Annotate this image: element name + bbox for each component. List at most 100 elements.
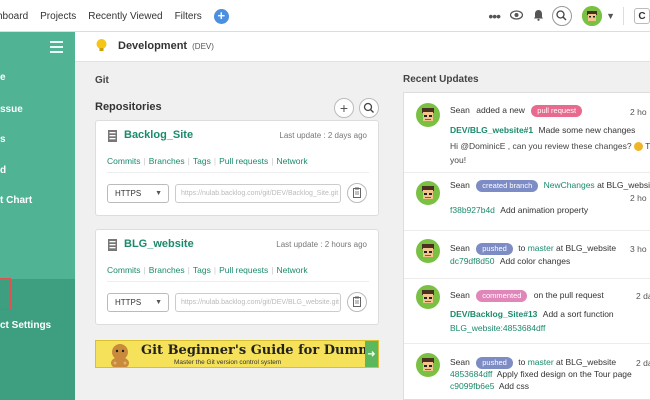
to-label: to xyxy=(518,243,526,253)
pull-requests-link[interactable]: Pull requests xyxy=(219,265,268,275)
add-repository-button[interactable]: + xyxy=(334,98,354,118)
search-icon[interactable] xyxy=(552,6,573,26)
clipboard-icon xyxy=(353,296,361,307)
activity-header: Sean pushed to master at BLG_website xyxy=(450,357,616,369)
sidebar-lower xyxy=(0,279,75,400)
activity-badge: commented xyxy=(476,290,528,302)
clone-url-field[interactable]: https://nulab.backlog.com/git/DEV/Backlo… xyxy=(175,184,341,203)
arrow-right-icon[interactable]: ➜ xyxy=(365,341,378,367)
sidebar-item-issues[interactable]: s xyxy=(0,134,6,145)
divider xyxy=(404,278,650,279)
avatar[interactable] xyxy=(582,6,603,26)
bell-icon[interactable] xyxy=(533,9,544,24)
repo-ref: at BLG_websit xyxy=(597,180,650,190)
activity-commit: f38b927b4d Add animation property xyxy=(450,205,588,215)
nav-recently-viewed[interactable]: Recently Viewed xyxy=(88,11,162,22)
protocol-select[interactable]: HTTPS ▼ xyxy=(107,184,169,203)
pull-requests-link[interactable]: Pull requests xyxy=(219,156,268,166)
git-section-title: Git xyxy=(95,75,109,86)
activity-time: 3 ho xyxy=(630,244,647,254)
pull-request-link[interactable]: DEV/Backlog_Site#13 xyxy=(450,309,537,319)
sidebar-item-gantt-chart[interactable]: t Chart xyxy=(0,195,32,206)
comment-text: Hi @DominicE , can you review these chan… xyxy=(450,141,632,151)
repo-name[interactable]: BLG_website xyxy=(124,238,194,250)
activity-user[interactable]: Sean xyxy=(450,180,470,190)
banner-title: Git Beginner's Guide for Dummies xyxy=(141,343,379,358)
branch-link[interactable]: master xyxy=(528,357,554,367)
commit-message: Add animation property xyxy=(500,205,589,215)
activity-comment: Hi @DominicE , can you review these chan… xyxy=(450,141,650,152)
branches-link[interactable]: Branches xyxy=(149,156,185,166)
sidebar-item-add-issue[interactable]: ssue xyxy=(0,104,23,115)
sidebar-item-git-highlight[interactable] xyxy=(0,278,11,310)
chevron-down-icon: ▼ xyxy=(155,299,162,306)
commit-hash-link[interactable]: c9099fb6e5 xyxy=(450,381,494,391)
repo-links: Commits | Branches | Tags | Pull requests | Netw… xyxy=(107,156,369,173)
activity-user[interactable]: Sean xyxy=(450,290,470,300)
activity-item: Sean commented on the pull request 2 da … xyxy=(404,283,650,338)
sidebar-item-board[interactable]: d xyxy=(0,165,6,176)
repo-card: Backlog_Site Last update : 2 days ago Co… xyxy=(95,120,379,216)
tags-link[interactable]: Tags xyxy=(193,156,211,166)
activity-user[interactable]: Sean xyxy=(450,357,470,367)
sidebar-item-project-settings[interactable]: ct Settings xyxy=(0,320,51,331)
nav-filters[interactable]: Filters xyxy=(175,11,202,22)
activity-commit: 4853684dff Apply fixed design on the Tou… xyxy=(450,369,632,379)
avatar[interactable] xyxy=(416,181,440,205)
nav-projects[interactable]: Projects xyxy=(40,11,76,22)
divider xyxy=(404,343,650,344)
nav-dashboard[interactable]: shboard xyxy=(0,11,28,22)
git-guide-banner[interactable]: Git Beginner's Guide for Dummies Master … xyxy=(95,340,379,368)
commits-link[interactable]: Commits xyxy=(107,156,141,166)
protocol-value: HTTPS xyxy=(115,189,142,198)
sidebar-item-home[interactable]: e xyxy=(0,72,6,83)
avatar[interactable] xyxy=(416,239,440,263)
clone-url-field[interactable]: https://nulab.backlog.com/git/DEV/BLG_we… xyxy=(175,293,341,312)
copy-button[interactable] xyxy=(347,183,367,203)
protocol-select[interactable]: HTTPS ▼ xyxy=(107,293,169,312)
branches-link[interactable]: Branches xyxy=(149,265,185,275)
avatar[interactable] xyxy=(416,285,440,309)
smile-icon xyxy=(633,142,643,152)
commit-hash-link[interactable]: 4853684dff xyxy=(450,369,492,379)
avatar[interactable] xyxy=(416,353,440,377)
activity-user[interactable]: Sean xyxy=(450,105,470,115)
lightbulb-icon xyxy=(96,39,107,51)
activity-time: 2 ho xyxy=(630,193,647,203)
activity-action: added a new xyxy=(476,105,525,115)
branch-link[interactable]: master xyxy=(528,243,554,253)
branch-link[interactable]: NewChanges xyxy=(544,180,595,190)
network-link[interactable]: Network xyxy=(276,156,307,166)
divider xyxy=(404,172,650,173)
repo-ref: at BLG_website xyxy=(556,357,617,367)
menu-icon[interactable] xyxy=(50,41,63,56)
repo-name[interactable]: Backlog_Site xyxy=(124,129,193,141)
pull-request-title: Made some new changes xyxy=(538,125,636,135)
mascot-icon xyxy=(111,344,129,367)
pull-request-link[interactable]: DEV/BLG_website#1 xyxy=(450,125,533,135)
network-link[interactable]: Network xyxy=(276,265,307,275)
project-title[interactable]: Development (DEV) xyxy=(118,40,214,52)
app-logo[interactable]: C xyxy=(634,8,650,24)
avatar[interactable] xyxy=(416,103,440,127)
commit-hash-link[interactable]: f38b927b4d xyxy=(450,205,495,215)
sidebar: e ssue s d t Chart ct Settings xyxy=(0,32,75,400)
chevron-down-icon[interactable]: ▼ xyxy=(606,11,615,21)
activity-header: Sean pushed to master at BLG_website xyxy=(450,243,616,255)
search-repository-button[interactable] xyxy=(359,98,379,118)
add-icon[interactable]: + xyxy=(213,8,229,24)
commit-ref-link[interactable]: BLG_website:4853684dff xyxy=(450,323,545,333)
copy-button[interactable] xyxy=(347,292,367,312)
commits-link[interactable]: Commits xyxy=(107,265,141,275)
activity-user[interactable]: Sean xyxy=(450,243,470,253)
tags-link[interactable]: Tags xyxy=(193,265,211,275)
project-header: Development (DEV) xyxy=(75,32,650,62)
eye-icon[interactable] xyxy=(509,9,524,23)
more-icon[interactable]: ••• xyxy=(488,8,501,24)
repositories-heading: Repositories xyxy=(95,101,162,113)
repository-icon xyxy=(108,239,117,251)
divider xyxy=(404,230,650,231)
activity-item: Sean pushed to master at BLG_website 3 h… xyxy=(404,235,650,275)
recent-updates-panel: Sean added a new pull request 2 ho DEV/B… xyxy=(403,92,650,400)
commit-hash-link[interactable]: dc79df8d50 xyxy=(450,256,494,266)
